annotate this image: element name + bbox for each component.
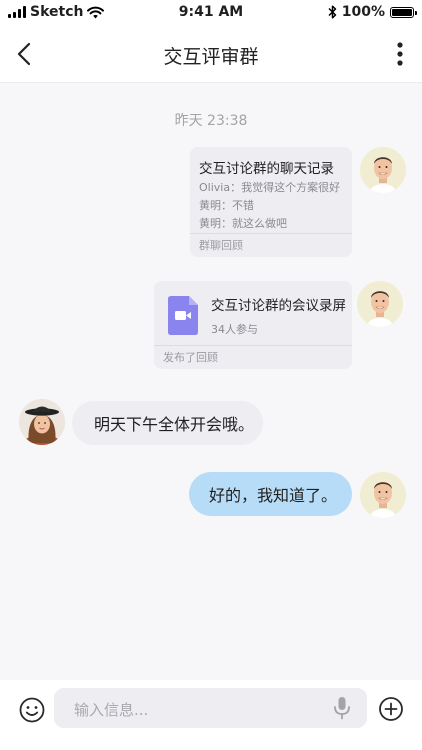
input-placeholder: 输入信息...: [74, 701, 149, 719]
recording-card-footer: 发布了回顾: [154, 345, 352, 369]
history-card-footer: 群聊回顾: [190, 233, 352, 257]
battery-percent: 100%: [341, 4, 385, 20]
male-avatar-icon: [360, 147, 406, 193]
microphone-icon: [334, 697, 350, 720]
add-button[interactable]: [378, 696, 404, 722]
message-input[interactable]: 输入信息...: [54, 688, 367, 728]
emoji-button[interactable]: [18, 696, 46, 724]
bluetooth-icon: [328, 5, 336, 19]
chat-screen: Sketch 9:41 AM 100% 交互评审群 昨天 23:38 交互讨论群…: [0, 0, 422, 750]
message-input-bar: 输入信息...: [0, 680, 422, 750]
recording-card-title: 交互讨论群的会议录屏: [211, 298, 346, 314]
status-bar: Sketch 9:41 AM 100%: [0, 0, 422, 26]
more-button[interactable]: [382, 36, 418, 72]
history-line: Olivia：我觉得这个方案很好: [199, 181, 341, 194]
chat-timestamp: 昨天 23:38: [174, 113, 248, 129]
meeting-recording-card[interactable]: 交互讨论群的会议录屏 34人参与 发布了回顾: [154, 281, 352, 369]
avatar[interactable]: [360, 472, 406, 518]
nav-bar: 交互评审群: [0, 26, 422, 83]
voice-button[interactable]: [331, 696, 353, 720]
male-avatar-icon: [357, 281, 403, 327]
video-file-icon: [168, 296, 198, 339]
status-right: 100%: [328, 4, 417, 20]
avatar[interactable]: [360, 147, 406, 193]
battery-icon: [390, 6, 417, 18]
recording-participants: 34人参与: [211, 323, 258, 336]
page-title: 交互评审群: [163, 46, 259, 68]
female-avatar-icon: [19, 399, 65, 445]
avatar[interactable]: [357, 281, 403, 327]
chat-history-card[interactable]: 交互讨论群的聊天记录 Olivia：我觉得这个方案很好 黄明：不错 黄明：就这么…: [190, 147, 352, 257]
history-line: 黄明：不错: [199, 199, 254, 212]
smiley-icon: [19, 697, 45, 723]
history-card-title: 交互讨论群的聊天记录: [199, 161, 334, 177]
message-text: 明天下午全体开会哦。: [94, 415, 255, 434]
avatar[interactable]: [19, 399, 65, 445]
male-avatar-icon: [360, 472, 406, 518]
history-line: 黄明：就这么做吧: [199, 217, 287, 230]
incoming-message-bubble[interactable]: 明天下午全体开会哦。: [72, 401, 263, 445]
plus-circle-icon: [379, 697, 403, 721]
more-vertical-icon: [397, 42, 403, 66]
message-text: 好的，我知道了。: [209, 486, 338, 505]
outgoing-message-bubble[interactable]: 好的，我知道了。: [189, 472, 352, 516]
